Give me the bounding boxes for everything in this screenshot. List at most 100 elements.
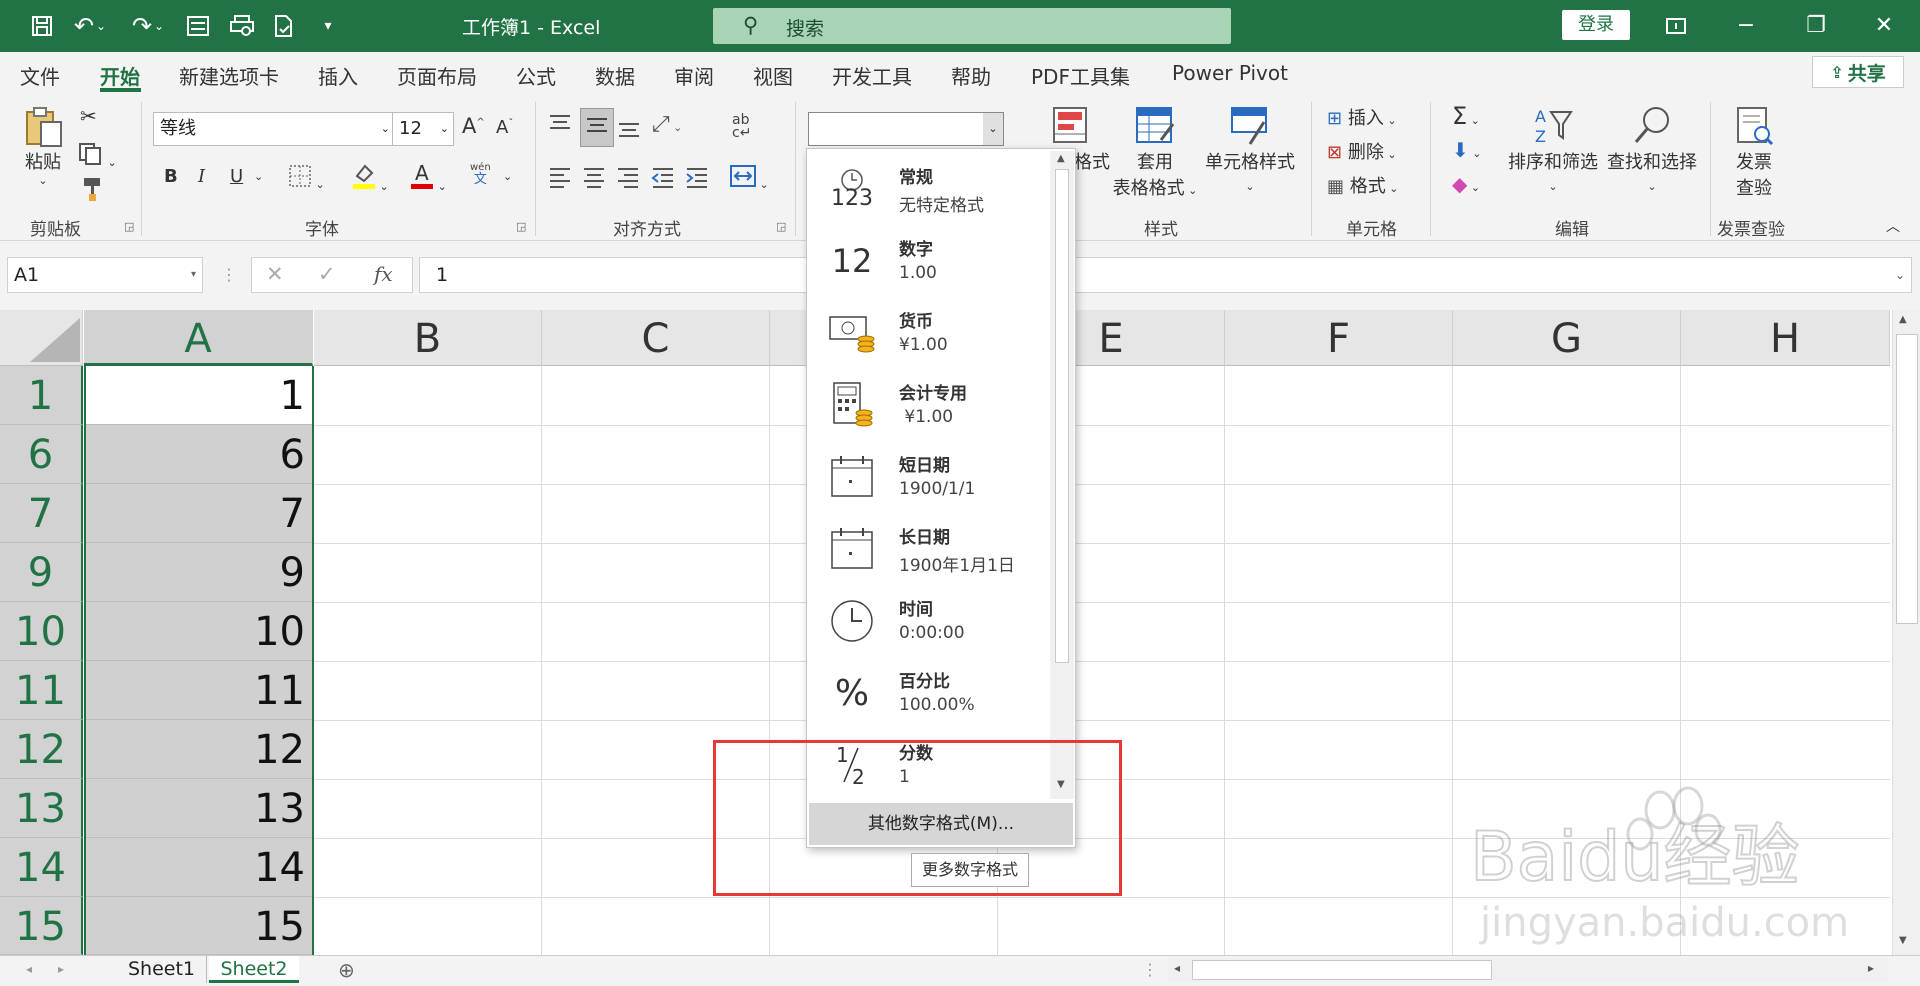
phonetic-icon[interactable]: wén 文	[470, 162, 491, 187]
row-header[interactable]: 6	[0, 425, 83, 484]
column-header[interactable]: B	[314, 310, 542, 366]
login-button[interactable]: 登录	[1562, 10, 1630, 40]
table-cell[interactable]: 9	[84, 543, 313, 602]
vertical-scrollbar[interactable]: ▲ ▼	[1892, 310, 1920, 955]
font-launcher-icon[interactable]: ◲	[516, 220, 526, 233]
tab-insert[interactable]: 插入	[318, 61, 358, 90]
print-preview-icon[interactable]	[226, 10, 258, 42]
sort-filter-button[interactable]: AZ 排序和筛选 ⌄	[1505, 104, 1601, 195]
tab-review[interactable]: 审阅	[674, 61, 714, 90]
tab-view[interactable]: 视图	[753, 61, 793, 90]
cell-a1[interactable]: 1	[84, 366, 313, 425]
row-header[interactable]: 12	[0, 720, 83, 779]
column-header[interactable]: G	[1453, 310, 1681, 366]
close-icon[interactable]: ✕	[1866, 8, 1902, 44]
border-icon[interactable]: ⌄	[288, 164, 325, 193]
formula-input[interactable]: 1 ⌄	[419, 257, 1912, 293]
scroll-up-icon[interactable]: ▲	[1899, 314, 1907, 325]
alignment-launcher-icon[interactable]: ◲	[776, 220, 786, 233]
format-cells-button[interactable]: ▦ 格式 ⌄	[1327, 172, 1398, 198]
increase-indent-icon[interactable]	[685, 166, 709, 193]
table-cell[interactable]: 10	[84, 602, 313, 661]
format-option-short-date[interactable]: 短日期 1900/1/1	[807, 441, 1050, 513]
prev-sheet-icon[interactable]: ◂	[26, 962, 32, 976]
align-left-icon[interactable]	[548, 166, 572, 193]
format-option-percent[interactable]: % 百分比 100.00%	[807, 657, 1050, 729]
autosum-icon[interactable]: Σ ⌄	[1452, 102, 1480, 130]
italic-button[interactable]: I	[198, 166, 205, 187]
clipboard-launcher-icon[interactable]: ◲	[124, 220, 134, 233]
ribbon-display-icon[interactable]	[1658, 8, 1694, 44]
fill-icon[interactable]: ⬇ ⌄	[1452, 138, 1481, 162]
phonetic-dropdown-icon[interactable]: ⌄	[503, 170, 512, 183]
add-sheet-icon[interactable]: ⊕	[338, 958, 355, 982]
row-header[interactable]: 11	[0, 661, 83, 720]
splitter-icon[interactable]: ⋮	[221, 265, 237, 284]
format-option-long-date[interactable]: 长日期 1900年1月1日	[807, 513, 1050, 585]
table-cell[interactable]: 12	[84, 720, 313, 779]
format-option-time[interactable]: 时间 0:00:00	[807, 585, 1050, 657]
h-scroll-thumb[interactable]	[1192, 960, 1492, 980]
enter-icon[interactable]: ✓	[318, 262, 336, 286]
tab-power-pivot[interactable]: Power Pivot	[1172, 61, 1288, 85]
redo-dropdown-icon[interactable]: ⌄	[152, 10, 166, 42]
bold-button[interactable]: B	[164, 166, 178, 187]
search-box[interactable]: ⚲ 搜索	[713, 8, 1231, 44]
minimize-icon[interactable]: −	[1728, 8, 1764, 44]
tab-pdf-tools[interactable]: PDF工具集	[1031, 61, 1130, 90]
decrease-indent-icon[interactable]	[651, 166, 675, 193]
dropdown-scroll-up-icon[interactable]: ▲	[1057, 153, 1065, 164]
font-color-icon[interactable]: A ⌄	[410, 160, 447, 195]
delete-cells-button[interactable]: ⊠ 删除 ⌄	[1327, 138, 1397, 164]
scroll-down-icon[interactable]: ▼	[1899, 935, 1907, 946]
insert-cells-button[interactable]: ⊞ 插入 ⌄	[1327, 104, 1397, 130]
table-cell[interactable]: 7	[84, 484, 313, 543]
tab-developer[interactable]: 开发工具	[832, 61, 912, 90]
table-cell[interactable]: 13	[84, 779, 313, 838]
font-size-select[interactable]: 12 ⌄	[392, 112, 454, 146]
orientation-icon[interactable]: ⤢ ⌄	[652, 112, 682, 137]
scroll-right-icon[interactable]: ▸	[1868, 961, 1874, 975]
cut-icon[interactable]: ✂	[80, 104, 97, 128]
restore-icon[interactable]: ❐	[1798, 8, 1834, 44]
font-name-select[interactable]: 等线 ⌄	[153, 112, 395, 146]
row-header[interactable]: 14	[0, 838, 83, 897]
share-button[interactable]: ⇪ 共享	[1812, 56, 1904, 88]
number-format-select[interactable]: ⌄	[808, 112, 1004, 146]
increase-font-icon[interactable]: A^	[462, 114, 485, 138]
fill-color-icon[interactable]: ⌄	[352, 162, 389, 195]
name-box[interactable]: A1 ▾	[7, 257, 203, 293]
align-middle-icon[interactable]	[580, 108, 614, 147]
align-top-icon[interactable]	[548, 112, 572, 141]
row-header[interactable]: 13	[0, 779, 83, 838]
align-bottom-icon[interactable]	[617, 116, 641, 145]
tab-help[interactable]: 帮助	[951, 61, 991, 90]
table-cell[interactable]: 11	[84, 661, 313, 720]
row-header[interactable]: 15	[0, 897, 83, 955]
table-cell[interactable]: 14	[84, 838, 313, 897]
format-as-table-button[interactable]: 套用 表格格式 ⌄	[1105, 104, 1205, 200]
insert-function-button[interactable]: fx	[374, 262, 393, 286]
tab-formulas[interactable]: 公式	[516, 61, 556, 90]
dropdown-scroll-thumb[interactable]	[1055, 169, 1069, 663]
collapse-ribbon-icon[interactable]: ︿	[1886, 216, 1900, 236]
cell-styles-button[interactable]: 单元格样式 ⌄	[1205, 104, 1295, 195]
row-header[interactable]: 10	[0, 602, 83, 661]
column-header[interactable]: F	[1225, 310, 1453, 366]
tab-page-layout[interactable]: 页面布局	[397, 61, 477, 90]
horizontal-scrollbar[interactable]: ◂ ▸	[1168, 958, 1888, 982]
table-cell[interactable]: 6	[84, 425, 313, 484]
sheet-tab[interactable]: Sheet1	[117, 956, 207, 983]
wrap-text-icon[interactable]: ab c↵	[732, 113, 751, 140]
tab-splitter-icon[interactable]: ⋮	[1142, 960, 1158, 979]
row-header[interactable]: 9	[0, 543, 83, 602]
scroll-thumb[interactable]	[1896, 334, 1918, 624]
undo-dropdown-icon[interactable]: ⌄	[94, 10, 108, 42]
format-option-currency[interactable]: 货币 ¥1.00	[807, 297, 1050, 369]
row-header[interactable]: 7	[0, 484, 83, 543]
dropdown-scrollbar[interactable]: ▲ ▼	[1050, 151, 1074, 799]
format-painter-icon[interactable]	[80, 176, 104, 207]
select-all-corner[interactable]	[0, 310, 83, 366]
find-select-button[interactable]: 查找和选择 ⌄	[1604, 104, 1700, 195]
merge-center-icon[interactable]: ⌄	[730, 164, 769, 193]
